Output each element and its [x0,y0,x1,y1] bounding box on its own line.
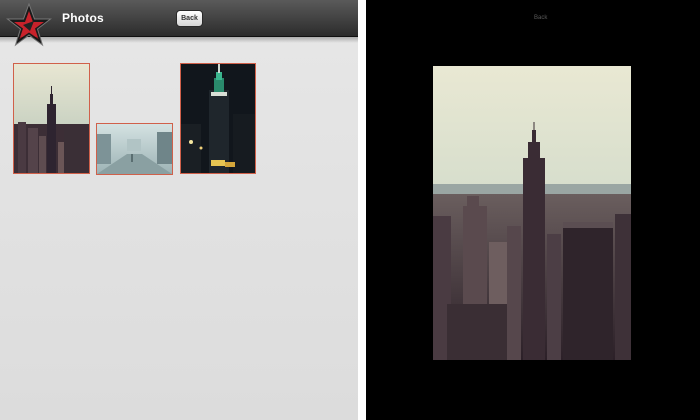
viewer-back-button[interactable]: Back [534,15,547,21]
thumbnail-image-skyline-day [14,64,89,173]
gallery-screen: Photos Back [0,0,358,420]
photo-viewer-screen: Back [366,0,700,420]
thumbnail-image-skyline-night [181,64,255,173]
thumbnail-image-foggy-street [97,124,172,174]
navigation-bar: Photos Back [0,0,358,47]
full-photo-skyline-image [433,66,631,360]
page-title: Photos [62,11,104,25]
navigation-bar-shadow [0,37,358,43]
full-photo[interactable] [433,66,631,360]
screen-divider [358,0,366,420]
photo-thumbnail[interactable] [13,63,90,174]
photo-thumbnail[interactable] [180,63,256,174]
back-button[interactable]: Back [176,10,203,27]
photo-thumbnail[interactable] [96,123,173,175]
